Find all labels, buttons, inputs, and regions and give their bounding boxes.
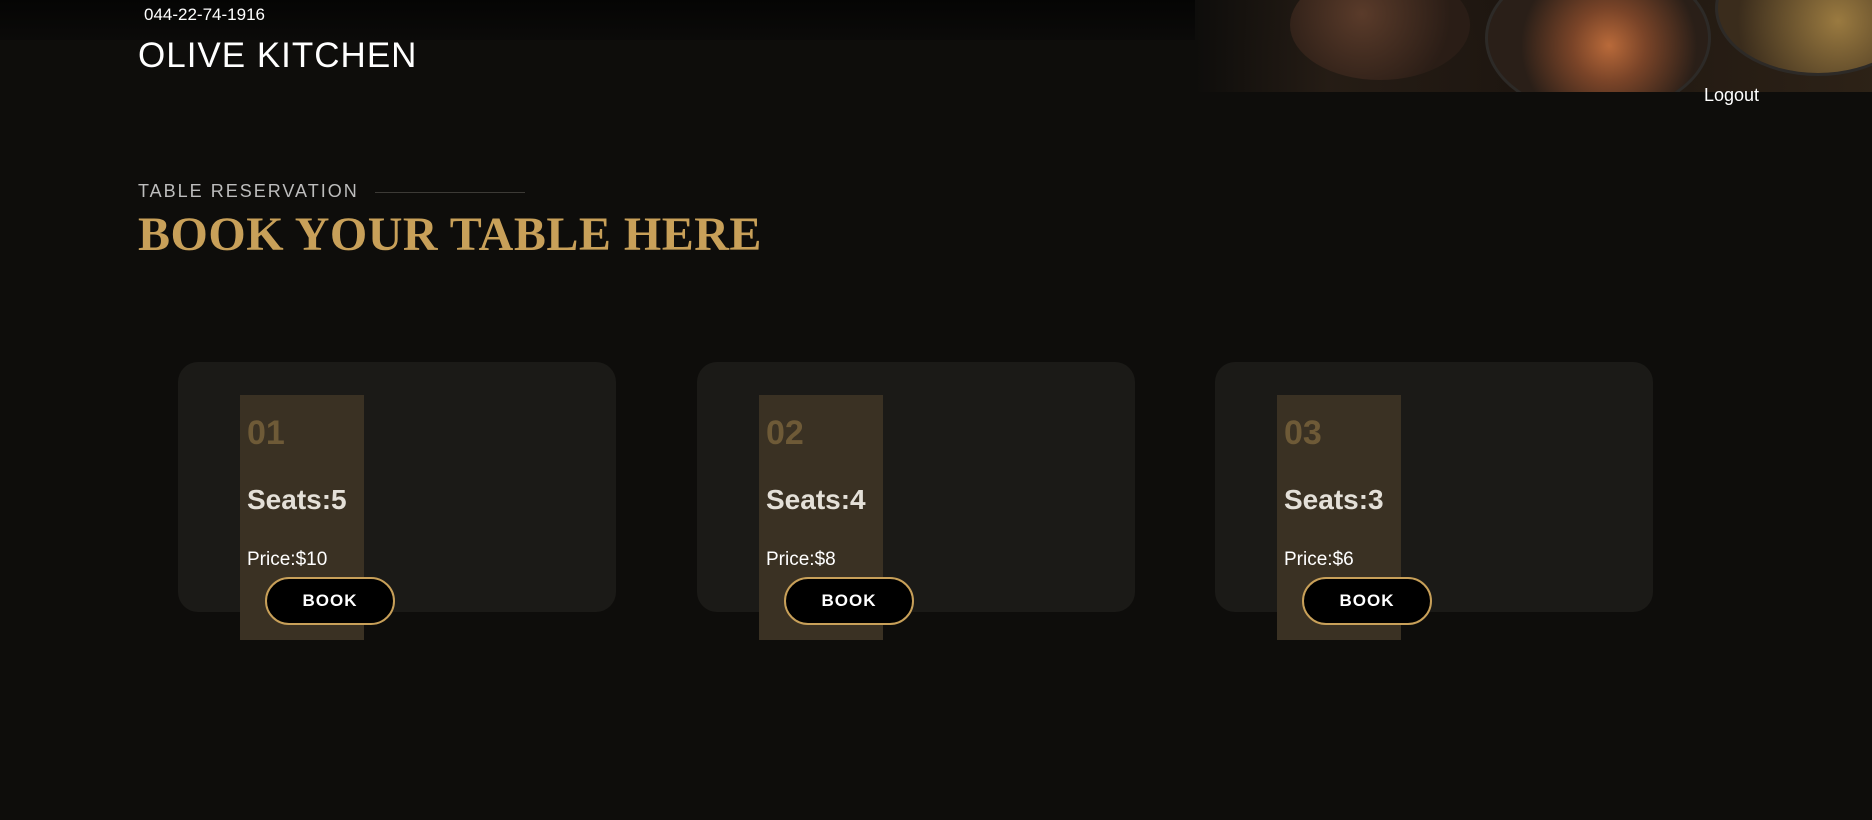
page-title: BOOK YOUR TABLE HERE — [138, 208, 762, 261]
table-card: 02 Seats:4 Price:$8 BOOK — [697, 362, 1135, 640]
table-seats: Seats:5 — [247, 484, 347, 515]
book-button[interactable]: BOOK — [265, 577, 395, 625]
table-card: 03 Seats:3 Price:$6 BOOK — [1215, 362, 1653, 640]
section-eyebrow: TABLE RESERVATION — [138, 181, 359, 201]
table-price: Price:$8 — [766, 549, 836, 570]
table-number: 01 — [247, 414, 285, 452]
logout-link[interactable]: Logout — [1704, 85, 1759, 106]
table-number: 03 — [1284, 414, 1322, 452]
book-button[interactable]: BOOK — [784, 577, 914, 625]
table-seats: Seats:4 — [766, 484, 866, 515]
book-button[interactable]: BOOK — [1302, 577, 1432, 625]
table-seats: Seats:3 — [1284, 484, 1384, 515]
table-price: Price:$6 — [1284, 549, 1354, 570]
table-card: 01 Seats:5 Price:$10 BOOK — [178, 362, 616, 640]
brand-logo-text[interactable]: OLIVE KITCHEN — [138, 36, 417, 76]
eyebrow-divider — [375, 192, 525, 193]
table-price: Price:$10 — [247, 549, 328, 570]
page: 044-22-74-1916 OLIVE KITCHEN Logout TABL… — [0, 0, 1872, 820]
table-number: 02 — [766, 414, 804, 452]
phone-number: 044-22-74-1916 — [144, 5, 265, 24]
